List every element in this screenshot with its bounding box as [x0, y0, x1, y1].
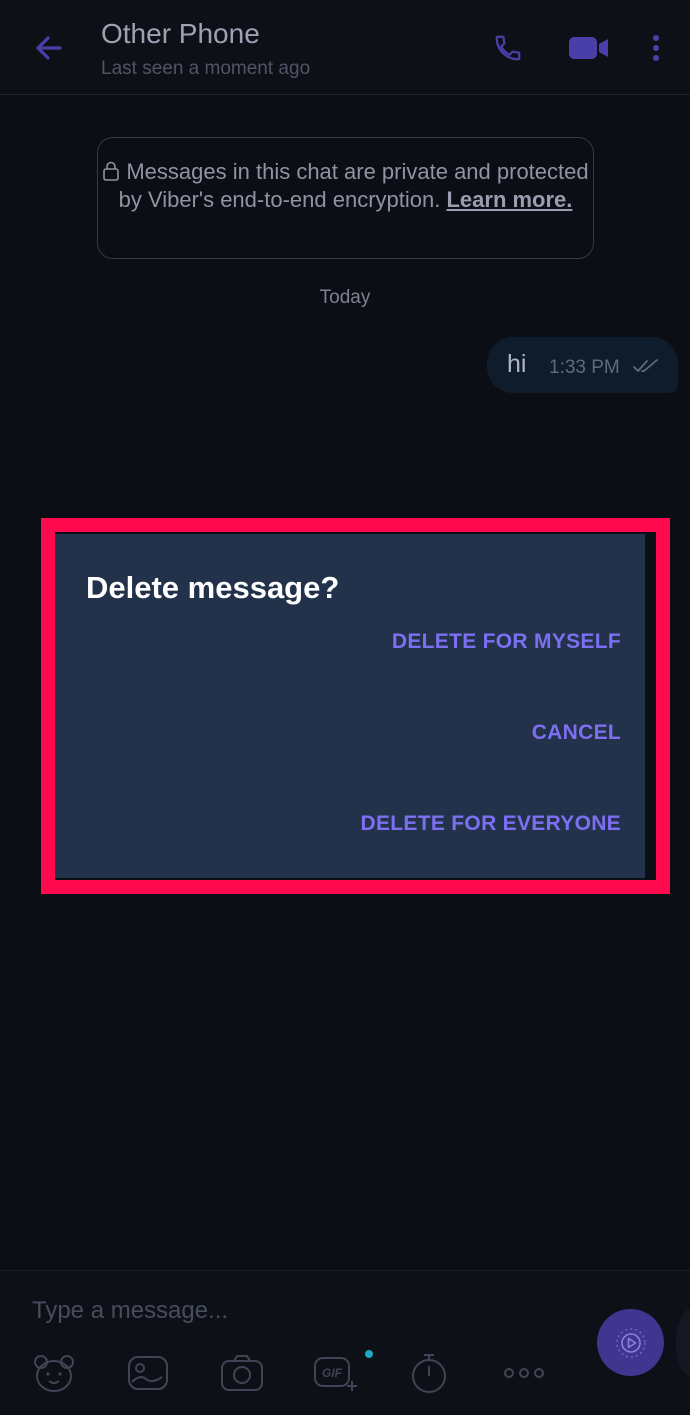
- call-button[interactable]: [488, 28, 528, 68]
- message-text: hi: [507, 350, 527, 378]
- back-button[interactable]: [28, 28, 68, 68]
- more-options-button[interactable]: [640, 28, 672, 68]
- message-composer: Type a message... GIF: [0, 1270, 690, 1415]
- lock-icon: [103, 161, 120, 181]
- cancel-button[interactable]: CANCEL: [532, 721, 621, 745]
- more-extensions-button[interactable]: [500, 1351, 548, 1395]
- message-input[interactable]: Type a message...: [32, 1297, 228, 1325]
- phone-icon: [495, 35, 521, 61]
- gallery-icon: [128, 1356, 168, 1390]
- dialog-title: Delete message?: [86, 570, 340, 605]
- more-horizontal-icon: [504, 1368, 544, 1378]
- encryption-notice: Messages in this chat are private and pr…: [97, 137, 594, 259]
- gif-icon: GIF: [314, 1357, 357, 1391]
- chat-header: Other Phone Last seen a moment ago: [0, 0, 690, 95]
- voice-message-button[interactable]: [597, 1309, 664, 1376]
- gallery-button[interactable]: [124, 1351, 172, 1395]
- gif-notification-dot: [365, 1350, 373, 1358]
- gif-label: GIF: [322, 1366, 343, 1380]
- back-arrow-icon: [36, 36, 62, 60]
- date-separator: Today: [319, 287, 371, 308]
- message-time: 1:33 PM: [549, 357, 620, 378]
- video-camera-icon: [569, 37, 608, 59]
- gif-button[interactable]: GIF: [312, 1351, 360, 1395]
- delete-message-dialog: Delete message? DELETE FOR MYSELF CANCEL…: [55, 534, 645, 878]
- camera-icon: [221, 1355, 263, 1391]
- timer-button[interactable]: [405, 1351, 453, 1395]
- timer-icon: [412, 1354, 446, 1393]
- delete-for-myself-button[interactable]: DELETE FOR MYSELF: [392, 630, 621, 654]
- outgoing-message-bubble[interactable]: hi 1:33 PM: [487, 337, 678, 393]
- contact-name[interactable]: Other Phone: [101, 18, 260, 50]
- learn-more-link[interactable]: Learn more.: [446, 187, 572, 212]
- video-call-button[interactable]: [564, 28, 614, 68]
- double-check-icon: [633, 359, 658, 372]
- play-circle-icon: [615, 1327, 646, 1358]
- delete-for-everyone-button[interactable]: DELETE FOR EVERYONE: [361, 812, 621, 836]
- camera-button[interactable]: [218, 1351, 266, 1395]
- last-seen-status: Last seen a moment ago: [101, 58, 311, 79]
- sticker-bear-icon: [34, 1355, 74, 1392]
- composer-edge: [676, 1309, 690, 1376]
- sticker-button[interactable]: [30, 1351, 78, 1395]
- more-vertical-icon: [653, 35, 659, 61]
